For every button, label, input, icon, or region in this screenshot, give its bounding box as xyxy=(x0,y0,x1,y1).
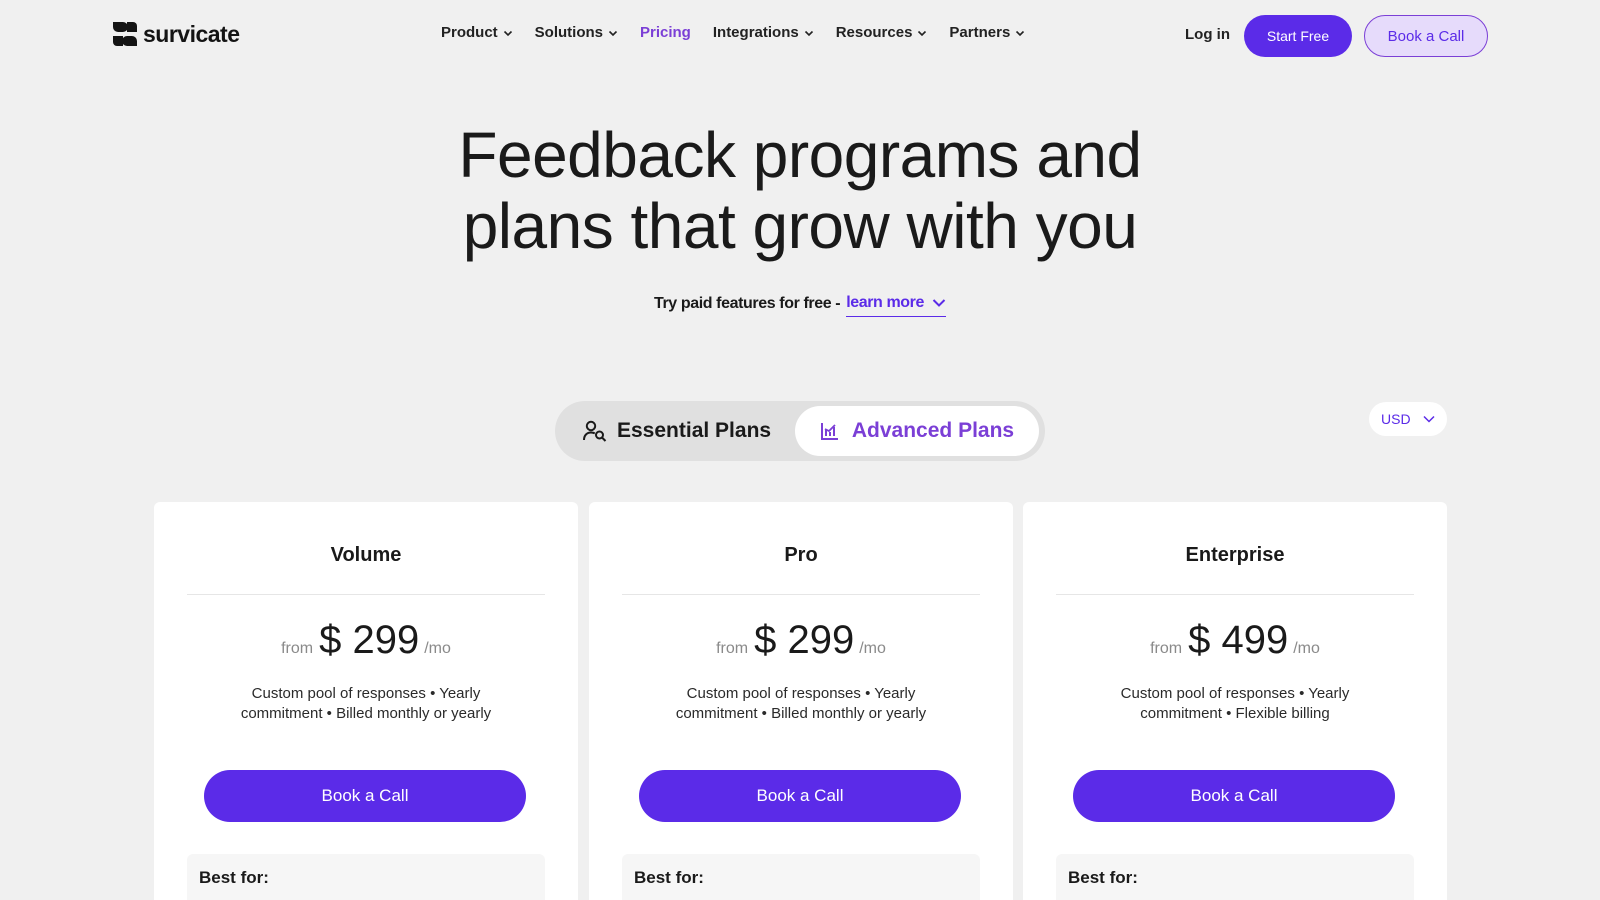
advanced-plans-label: Advanced Plans xyxy=(851,419,1015,442)
essential-plans-tab[interactable]: Essential Plans xyxy=(583,401,771,461)
plan-card-pro: Pro from $ 299 /mo Custom pool of respon… xyxy=(589,502,1013,900)
price-period: /mo xyxy=(859,640,886,657)
plan-name: Pro xyxy=(784,544,818,566)
plan-price: from $ 499 /mo xyxy=(1023,618,1447,663)
survicate-logo-icon xyxy=(113,22,137,46)
nav-pricing-label: Pricing xyxy=(640,24,691,41)
top-navigation: survicate Product Solutions Pricing Inte… xyxy=(0,0,1600,70)
plan-type-toggle: Essential Plans Advanced Plans xyxy=(555,401,1045,461)
currency-select[interactable]: USD xyxy=(1369,402,1447,436)
divider xyxy=(1056,594,1414,595)
book-call-header-button[interactable]: Book a Call xyxy=(1364,15,1488,57)
brand-name: survicate xyxy=(143,20,240,47)
price-prefix: from xyxy=(716,640,749,657)
chevron-down-icon xyxy=(1423,415,1435,423)
page-title: Feedback programs and plans that grow wi… xyxy=(0,120,1600,262)
page-title-line-2: plans that grow with you xyxy=(462,190,1138,262)
learn-more-label: learn more xyxy=(846,294,925,311)
price-prefix: from xyxy=(281,640,314,657)
chevron-down-icon xyxy=(608,30,618,36)
login-link[interactable]: Log in xyxy=(1185,26,1230,43)
page-title-line-1: Feedback programs and xyxy=(458,119,1142,191)
price-amount: $ 299 xyxy=(754,618,855,662)
price-amount: $ 499 xyxy=(1188,618,1289,662)
currency-value: USD xyxy=(1381,411,1411,427)
chevron-down-icon xyxy=(1016,30,1025,36)
free-trial-note: Try paid features for free - learn more xyxy=(0,290,1600,317)
main-menu: Product Solutions Pricing Integrations R… xyxy=(441,24,1047,41)
free-trial-text: Try paid features for free - xyxy=(653,294,841,312)
plan-price: from $ 299 /mo xyxy=(154,618,578,663)
book-call-button[interactable]: Book a Call xyxy=(639,770,961,822)
price-prefix: from xyxy=(1150,640,1183,657)
book-call-button[interactable]: Book a Call xyxy=(1073,770,1395,822)
nav-solutions[interactable]: Solutions xyxy=(535,24,618,41)
price-period: /mo xyxy=(1293,640,1320,657)
best-for-section: Best for: xyxy=(187,854,545,900)
best-for-label: Best for: xyxy=(199,868,269,887)
nav-pricing[interactable]: Pricing xyxy=(640,24,691,41)
plan-description: Custom pool of responses • Yearly commit… xyxy=(240,685,492,722)
best-for-label: Best for: xyxy=(634,868,704,887)
learn-more-link[interactable]: learn more xyxy=(846,294,947,317)
nav-integrations[interactable]: Integrations xyxy=(713,24,814,41)
chevron-down-icon xyxy=(503,30,512,36)
best-for-section: Best for: xyxy=(622,854,980,900)
plan-card-enterprise: Enterprise from $ 499 /mo Custom pool of… xyxy=(1023,502,1447,900)
nav-solutions-label: Solutions xyxy=(534,24,603,41)
nav-partners-label: Partners xyxy=(949,24,1011,41)
chevron-down-icon xyxy=(918,30,927,36)
chevron-down-icon xyxy=(804,30,813,36)
price-amount: $ 299 xyxy=(319,618,420,662)
divider xyxy=(622,594,980,595)
nav-resources-label: Resources xyxy=(835,24,913,41)
best-for-section: Best for: xyxy=(1056,854,1414,900)
price-period: /mo xyxy=(424,640,451,657)
plan-price: from $ 299 /mo xyxy=(589,618,1013,663)
plan-name: Volume xyxy=(330,544,402,566)
advanced-plans-tab[interactable]: Advanced Plans xyxy=(795,406,1039,456)
nav-integrations-label: Integrations xyxy=(712,24,799,41)
plan-description: Custom pool of responses • Yearly commit… xyxy=(675,685,927,722)
nav-product[interactable]: Product xyxy=(441,24,513,41)
chevron-down-icon xyxy=(932,299,946,307)
nav-resources[interactable]: Resources xyxy=(836,24,928,41)
plan-description: Custom pool of responses • Yearly commit… xyxy=(1120,685,1350,722)
nav-product-label: Product xyxy=(441,24,498,41)
nav-partners[interactable]: Partners xyxy=(949,24,1025,41)
plan-card-volume: Volume from $ 299 /mo Custom pool of res… xyxy=(154,502,578,900)
plan-name: Enterprise xyxy=(1185,544,1285,566)
brand-logo[interactable]: survicate xyxy=(111,20,240,48)
chart-icon xyxy=(820,423,838,440)
user-search-icon xyxy=(583,420,607,442)
essential-plans-label: Essential Plans xyxy=(617,419,772,442)
divider xyxy=(187,594,545,595)
best-for-label: Best for: xyxy=(1068,868,1138,887)
start-free-button[interactable]: Start Free xyxy=(1244,15,1352,57)
book-call-button[interactable]: Book a Call xyxy=(204,770,526,822)
